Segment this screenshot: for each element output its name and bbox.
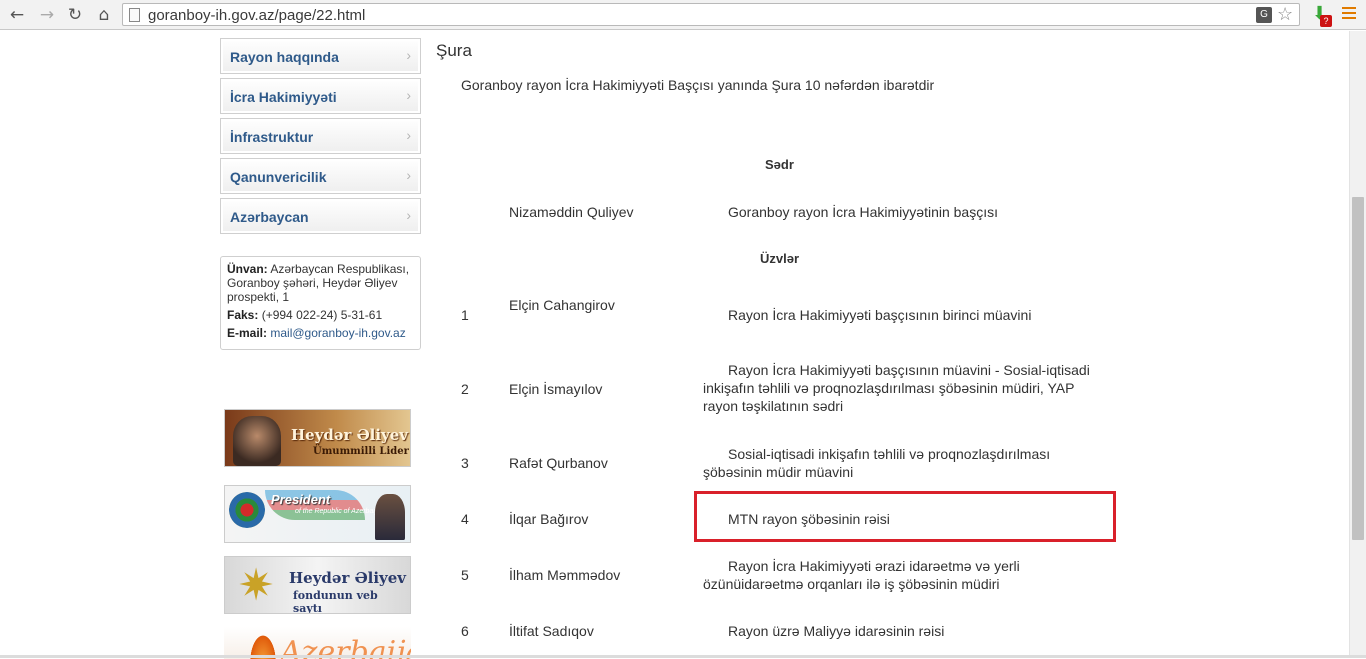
- intro-text: Goranboy rayon İcra Hakimiyyəti Başçısı …: [461, 77, 935, 93]
- chair-heading: Sədr: [765, 157, 794, 172]
- member-role: Sosial-iqtisadi inkişafın təhlili və pro…: [703, 446, 1051, 480]
- forward-icon[interactable]: →: [36, 4, 58, 26]
- chevron-right-icon: ›: [406, 207, 411, 223]
- member-name: İltifat Sadıqov: [509, 623, 594, 639]
- chair-name: Nizaməddin Quliyev: [509, 204, 634, 220]
- email-line: E-mail: mail@goranboy-ih.gov.az: [227, 326, 415, 340]
- extension-badge: ?: [1320, 15, 1332, 27]
- member-name: İlham Məmmədov: [509, 567, 621, 583]
- url-text[interactable]: goranboy-ih.gov.az/page/22.html: [148, 7, 365, 24]
- page-title: Şura: [436, 41, 472, 60]
- sidebar-item-label: Azərbaycan: [230, 209, 309, 225]
- sidebar-item-azerbaycan[interactable]: Azərbaycan ›: [220, 198, 421, 234]
- president-banner[interactable]: President of the Republic of Azerbaijan: [224, 485, 411, 543]
- sidebar-item-label: İnfrastruktur: [230, 129, 314, 145]
- banner-title: President: [271, 492, 331, 507]
- chevron-right-icon: ›: [406, 47, 411, 63]
- email-label: E-mail:: [227, 326, 268, 340]
- member-role: Rayon İcra Hakimiyyəti ərazi idarəetmə v…: [703, 558, 1020, 592]
- member-role: Rayon üzrə Maliyyə idarəsinin rəisi: [728, 623, 945, 639]
- email-link[interactable]: mail@goranboy-ih.gov.az: [270, 326, 405, 340]
- banner-title: Heydər Əliyev: [289, 569, 407, 587]
- chair-role: Goranboy rayon İcra Hakimiyyətinin başçı…: [728, 204, 998, 220]
- browser-toolbar: ← → ↻ ⌂ goranboy-ih.gov.az/page/22.html …: [0, 0, 1366, 30]
- member-name: Elçin Cahangirov: [509, 297, 615, 313]
- heydar-aliyev-fund-banner[interactable]: ✷ Heydər Əliyev fondunun veb saytı: [224, 556, 411, 614]
- sidebar-item-infrastruktur[interactable]: İnfrastruktur ›: [220, 118, 421, 154]
- member-number: 5: [461, 567, 469, 583]
- banner-subtitle: of the Republic of Azerbaijan: [295, 508, 385, 515]
- address-bar[interactable]: goranboy-ih.gov.az/page/22.html G ☆: [122, 3, 1300, 26]
- member-number: 4: [461, 511, 469, 527]
- scrollbar-thumb[interactable]: [1352, 197, 1364, 540]
- star-icon[interactable]: ☆: [1277, 4, 1293, 25]
- chevron-right-icon: ›: [406, 127, 411, 143]
- sidebar-item-icra-hakimiyyeti[interactable]: İcra Hakimiyyəti ›: [220, 78, 421, 114]
- member-name: İlqar Bağırov: [509, 511, 589, 527]
- reload-icon[interactable]: ↻: [64, 4, 86, 26]
- chevron-right-icon: ›: [406, 87, 411, 103]
- page-icon: [129, 8, 140, 22]
- contact-box: Ünvan: Azərbaycan Respublikası, Goranboy…: [220, 256, 421, 350]
- address-line: Ünvan: Azərbaycan Respublikası, Goranboy…: [227, 262, 415, 304]
- member-number: 2: [461, 381, 469, 397]
- chevron-right-icon: ›: [406, 167, 411, 183]
- member-number: 3: [461, 455, 469, 471]
- president-photo: [375, 494, 405, 540]
- heydar-aliyev-banner[interactable]: Heydər Əliyev Ümummilli Lider: [224, 409, 411, 467]
- vertical-scrollbar[interactable]: [1349, 31, 1366, 655]
- highlight-box: [694, 491, 1116, 542]
- download-extension-icon[interactable]: ⬇ ?: [1310, 3, 1332, 27]
- portrait-image: [233, 416, 281, 466]
- sidebar-item-qanunvericilik[interactable]: Qanunvericilik ›: [220, 158, 421, 194]
- menu-icon[interactable]: [1342, 7, 1356, 21]
- member-role: Rayon İcra Hakimiyyəti başçısının müavin…: [703, 362, 1090, 414]
- members-heading: Üzvlər: [760, 251, 800, 266]
- back-icon[interactable]: ←: [6, 4, 28, 26]
- fax-value: (+994 022-24) 5-31-61: [261, 308, 383, 322]
- member-number: 6: [461, 623, 469, 639]
- home-icon[interactable]: ⌂: [93, 4, 115, 26]
- member-name: Rafət Qurbanov: [509, 455, 608, 471]
- sidebar-item-rayon-haqqinda[interactable]: Rayon haqqında ›: [220, 38, 421, 74]
- translate-icon[interactable]: G: [1256, 7, 1272, 23]
- sidebar-item-label: İcra Hakimiyyəti: [230, 89, 337, 105]
- state-emblem-icon: [229, 492, 265, 528]
- sidebar-item-label: Qanunvericilik: [230, 169, 327, 185]
- sidebar: Rayon haqqında › İcra Hakimiyyəti › İnfr…: [220, 38, 421, 350]
- member-role: Rayon İcra Hakimiyyəti başçısının birinc…: [728, 307, 1032, 323]
- fax-line: Faks: (+994 022-24) 5-31-61: [227, 308, 415, 322]
- banner-subtitle: Ümummilli Lider: [313, 446, 409, 457]
- member-name: Elçin İsmayılov: [509, 381, 603, 397]
- sidebar-item-label: Rayon haqqında: [230, 49, 339, 65]
- banner-title: Heydər Əliyev: [291, 426, 409, 444]
- fax-label: Faks:: [227, 308, 259, 322]
- member-number: 1: [461, 307, 469, 323]
- address-label: Ünvan:: [227, 262, 268, 276]
- banner-subtitle: fondunun veb saytı: [293, 589, 378, 614]
- fund-star-icon: ✷: [237, 561, 275, 610]
